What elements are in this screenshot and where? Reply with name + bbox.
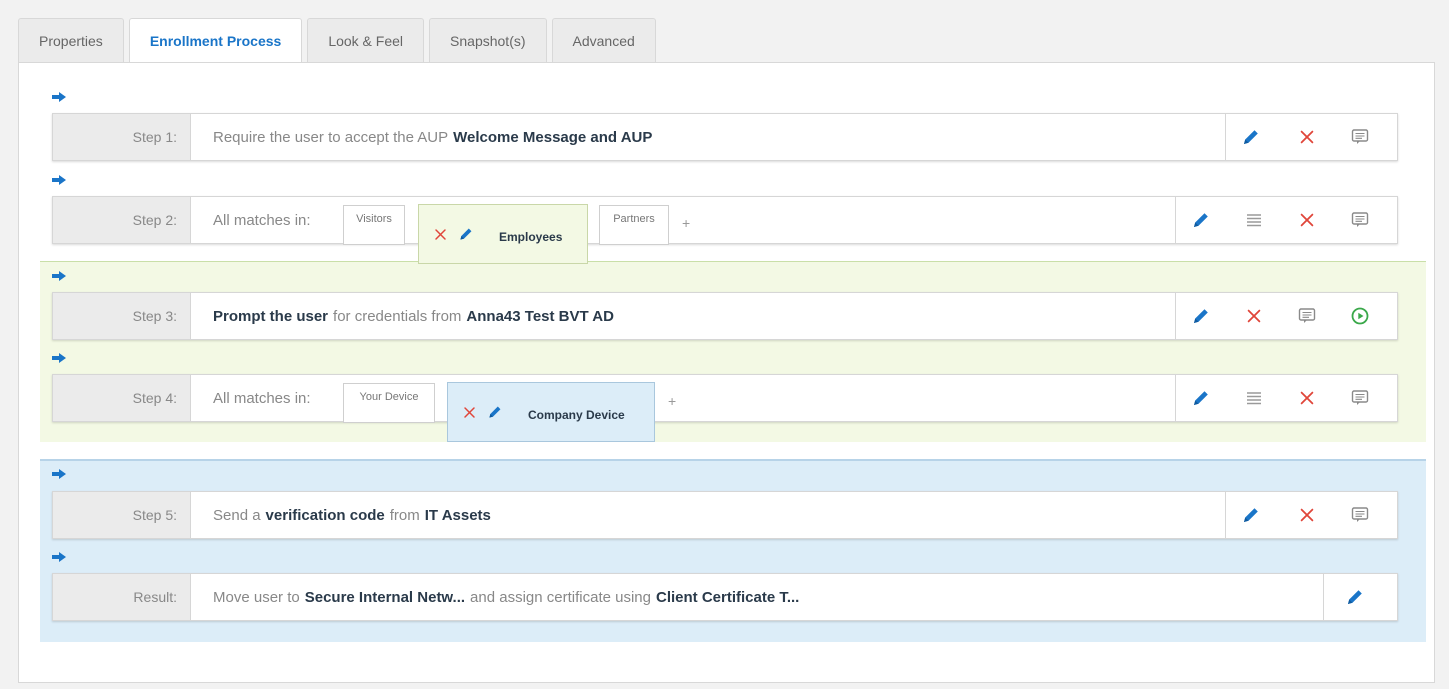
arrow-right-icon [52, 353, 66, 363]
x-icon[interactable] [1296, 387, 1318, 409]
add-group-button[interactable]: + [668, 393, 676, 409]
chip-label: Your Device [359, 391, 419, 403]
step-label: Step 4: [53, 375, 191, 421]
step-actions [1175, 197, 1397, 243]
pencil-icon[interactable] [1344, 586, 1366, 608]
step-text: Move user to [213, 588, 300, 606]
step-text: and assign certificate using [470, 588, 651, 606]
result-row: Result: Move user to Secure Internal Net… [52, 573, 1398, 621]
step-actions [1225, 114, 1397, 160]
add-group-button[interactable]: + [682, 215, 690, 231]
step-prefix: All matches in: [213, 211, 311, 229]
pencil-icon[interactable] [1240, 126, 1262, 148]
arrow-right-icon [52, 552, 66, 562]
step-highlight: verification code [265, 506, 385, 524]
pencil-icon[interactable] [486, 403, 504, 421]
comment-icon[interactable] [1349, 504, 1371, 526]
arrow-right-icon [52, 469, 66, 479]
step-label: Step 1: [53, 114, 191, 160]
list-icon[interactable] [1243, 209, 1265, 231]
x-icon[interactable] [431, 225, 449, 243]
step-description: Prompt the user for credentials from Ann… [213, 293, 614, 339]
arrow-right-icon [52, 92, 66, 102]
group-chip-employees[interactable]: Employees [418, 204, 588, 264]
arrow-right-icon [52, 271, 66, 281]
x-icon[interactable] [1296, 126, 1318, 148]
enrollment-panel: Step 1: Require the user to accept the A… [18, 62, 1435, 683]
chip-label: Visitors [356, 213, 392, 225]
step-highlight: Client Certificate T... [655, 588, 800, 606]
list-icon[interactable] [1243, 387, 1265, 409]
tab-properties[interactable]: Properties [18, 18, 124, 62]
step-prefix: All matches in: [213, 389, 311, 407]
step-description: Require the user to accept the AUP Welco… [213, 114, 652, 160]
x-icon[interactable] [1243, 305, 1265, 327]
step-highlight: Anna43 Test BVT AD [466, 307, 614, 325]
group-chip-your-device[interactable]: Your Device [343, 383, 435, 423]
step-actions [1175, 375, 1397, 421]
chip-label: Partners [613, 213, 655, 225]
chip-label: Employees [499, 230, 563, 244]
step-highlight: Welcome Message and AUP [453, 128, 653, 146]
tab-snapshots[interactable]: Snapshot(s) [429, 18, 547, 62]
step-row-5: Step 5: Send a verification code from IT… [52, 491, 1398, 539]
step-actions [1225, 492, 1397, 538]
step-actions [1323, 574, 1397, 620]
tab-look-and-feel[interactable]: Look & Feel [307, 18, 425, 62]
step-text: Require the user to accept the AUP [213, 128, 449, 146]
group-chip-visitors[interactable]: Visitors [343, 205, 405, 245]
step-highlight: Secure Internal Netw... [304, 588, 466, 606]
tab-bar: Properties Enrollment Process Look & Fee… [18, 18, 661, 63]
comment-icon[interactable] [1296, 305, 1318, 327]
step-row-3: Step 3: Prompt the user for credentials … [52, 292, 1398, 340]
pencil-icon[interactable] [1190, 305, 1212, 327]
comment-icon[interactable] [1349, 126, 1371, 148]
step-label: Step 3: [53, 293, 191, 339]
x-icon[interactable] [460, 403, 478, 421]
pencil-icon[interactable] [457, 225, 475, 243]
step-description: Move user to Secure Internal Netw... and… [213, 574, 799, 620]
step-label: Result: [53, 574, 191, 620]
step-text: for credentials from [333, 307, 462, 325]
pencil-icon[interactable] [1240, 504, 1262, 526]
tab-enrollment-process[interactable]: Enrollment Process [128, 18, 303, 63]
step-text: from [389, 506, 420, 524]
step-row-2: Step 2: All matches in: Visitors Employe… [52, 196, 1398, 264]
comment-icon[interactable] [1349, 387, 1371, 409]
step-actions [1175, 293, 1397, 339]
step-description: Send a verification code from IT Assets [213, 492, 491, 538]
step-row-1: Step 1: Require the user to accept the A… [52, 113, 1398, 161]
step-row-4: Step 4: All matches in: Your Device Comp… [52, 374, 1398, 442]
arrow-right-icon [52, 175, 66, 185]
group-chip-company-device[interactable]: Company Device [447, 382, 655, 442]
play-circle-icon[interactable] [1349, 305, 1371, 327]
x-icon[interactable] [1296, 209, 1318, 231]
step-highlight: IT Assets [424, 506, 491, 524]
pencil-icon[interactable] [1190, 209, 1212, 231]
pencil-icon[interactable] [1190, 387, 1212, 409]
step-label: Step 5: [53, 492, 191, 538]
tab-advanced[interactable]: Advanced [551, 18, 656, 62]
x-icon[interactable] [1296, 504, 1318, 526]
comment-icon[interactable] [1349, 209, 1371, 231]
step-text: Send a [213, 506, 261, 524]
chip-label: Company Device [528, 408, 625, 422]
group-chip-partners[interactable]: Partners [599, 205, 669, 245]
step-highlight: Prompt the user [213, 307, 329, 325]
step-label: Step 2: [53, 197, 191, 243]
